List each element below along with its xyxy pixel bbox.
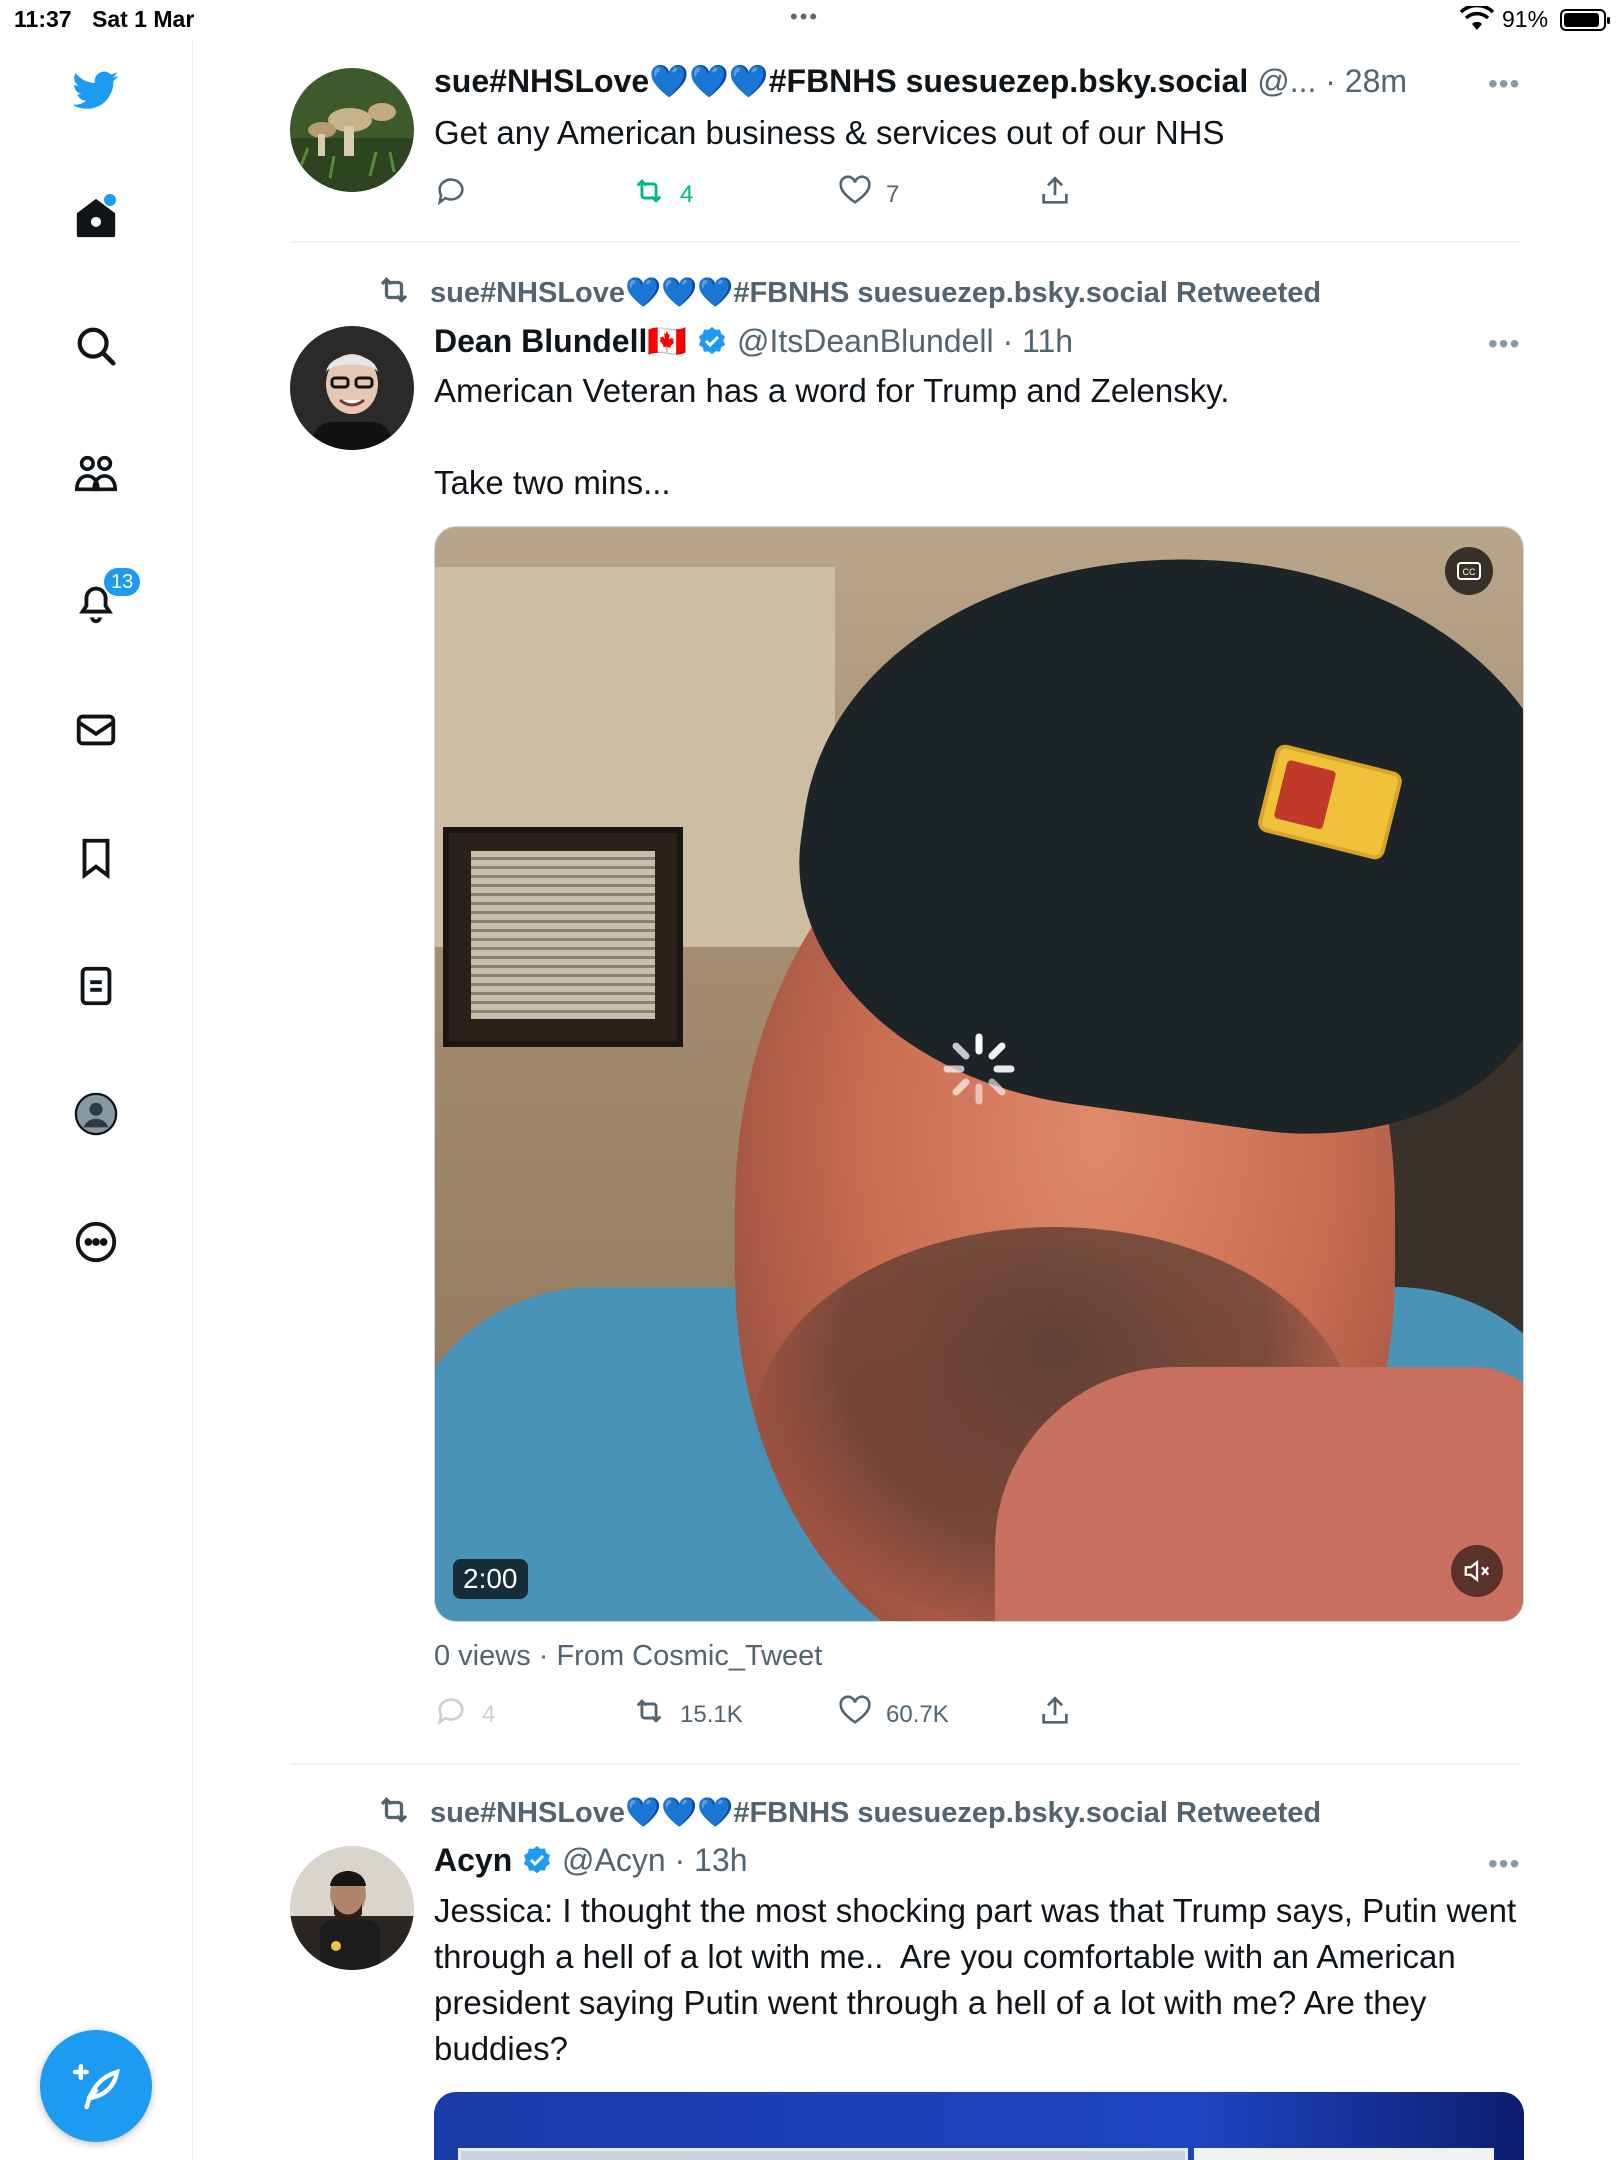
like-count: 60.7K — [886, 1700, 949, 1728]
tweet-header: sue#NHSLove💙💙💙#FBNHS suesuezep.bsky.soci… — [434, 62, 1407, 100]
verified-icon — [696, 323, 728, 359]
video-duration: 2:00 — [453, 1559, 528, 1599]
tweet-divider — [290, 1763, 1520, 1765]
multitasking-dots-icon[interactable]: ••• — [790, 4, 819, 30]
retweet-button[interactable]: 4 — [632, 174, 693, 215]
heart-icon — [838, 1694, 886, 1735]
reply-button[interactable]: 4 — [434, 1694, 495, 1735]
captions-icon: CC — [1457, 562, 1481, 580]
tweet-more-icon[interactable]: ••• — [1488, 328, 1520, 360]
like-count: 7 — [886, 180, 900, 208]
mute-button[interactable] — [1451, 1545, 1503, 1597]
tweet-header: Acyn @Acyn · 13h — [434, 1842, 747, 1879]
svg-text:CC: CC — [1463, 567, 1476, 577]
retweeted-by-text[interactable]: sue#NHSLove💙💙💙#FBNHS suesuezep.bsky.soci… — [430, 1797, 1321, 1829]
avatar[interactable] — [290, 68, 414, 192]
share-icon — [1038, 1694, 1086, 1735]
share-button[interactable] — [1038, 174, 1086, 215]
retweet-icon — [376, 1797, 430, 1829]
timestamp: · 13h — [674, 1842, 748, 1878]
avatar[interactable] — [290, 1846, 414, 1970]
more-icon[interactable] — [68, 1214, 124, 1270]
status-date: Sat 1 Mar — [92, 6, 195, 32]
tweet-text: Jessica: I thought the most shocking par… — [434, 1892, 1526, 2067]
verified-icon — [521, 1842, 553, 1878]
tweet-actions: 4 15.1K 60.7K — [434, 1694, 1134, 1734]
like-button[interactable]: 7 — [838, 174, 899, 215]
battery-percent: 91% — [1502, 6, 1549, 32]
handle: @Acyn — [562, 1842, 666, 1878]
reply-button[interactable] — [434, 174, 482, 215]
retweet-icon — [632, 1694, 680, 1735]
tweet-header: Dean Blundell🇨🇦 @ItsDeanBlundell · 11h — [434, 322, 1073, 360]
status-bar: 11:37 Sat 1 Mar ••• 91% — [0, 0, 1620, 40]
communities-icon[interactable] — [68, 446, 124, 502]
timestamp: · 11h — [1002, 323, 1074, 359]
loading-spinner-icon — [941, 1031, 1017, 1107]
reply-count: 4 — [482, 1700, 496, 1728]
tweet-divider — [290, 241, 1520, 243]
tweet-more-icon[interactable]: ••• — [1488, 1848, 1520, 1880]
tweet-actions: 4 7 — [434, 174, 1134, 214]
messages-icon[interactable] — [68, 702, 124, 758]
home-unread-dot — [104, 194, 116, 206]
share-button[interactable] — [1038, 1694, 1086, 1735]
handle: @ItsDeanBlundell — [736, 323, 994, 359]
status-time: 11:37 — [14, 6, 72, 32]
tweet-text: Get any American business & services out… — [434, 114, 1225, 151]
retweet-icon — [632, 174, 680, 215]
timestamp: · 28m — [1325, 63, 1408, 99]
like-button[interactable]: 60.7K — [838, 1694, 949, 1735]
retweet-icon — [376, 277, 430, 309]
battery-icon — [1560, 9, 1610, 31]
share-icon — [1038, 174, 1086, 215]
profile-icon[interactable] — [68, 1086, 124, 1142]
tweet-more-icon[interactable]: ••• — [1488, 68, 1520, 100]
retweet-count: 4 — [680, 180, 694, 208]
reply-icon — [434, 174, 482, 215]
video-player[interactable]: CC 2:00 — [434, 526, 1524, 1622]
view-count: 0 views · From Cosmic_Tweet — [434, 1640, 823, 1672]
sidebar: 13 — [0, 40, 193, 2160]
avatar[interactable] — [290, 326, 414, 450]
display-name[interactable]: Acyn — [434, 1842, 512, 1878]
muted-speaker-icon — [1464, 1559, 1490, 1583]
home-icon[interactable] — [68, 190, 124, 246]
tweet-text: American Veteran has a word for Trump an… — [434, 372, 1230, 501]
heart-icon — [838, 174, 886, 215]
retweeted-by: sue#NHSLove💙💙💙#FBNHS suesuezep.bsky.soci… — [376, 1792, 1321, 1830]
flag-emoji: 🇨🇦 — [647, 323, 688, 359]
retweet-count: 15.1K — [680, 1700, 743, 1728]
retweet-button[interactable]: 15.1K — [632, 1694, 743, 1735]
search-icon[interactable] — [68, 318, 124, 374]
display-name[interactable]: Dean Blundell — [434, 323, 647, 359]
twitter-logo-icon[interactable] — [68, 62, 124, 118]
tweet-media[interactable] — [434, 2092, 1524, 2160]
display-name[interactable]: sue#NHSLove💙💙💙#FBNHS suesuezep.bsky.soci… — [434, 63, 1248, 99]
reply-icon — [434, 1694, 482, 1735]
captions-button[interactable]: CC — [1445, 547, 1493, 595]
compose-tweet-button[interactable] — [40, 2030, 152, 2142]
retweeted-by: sue#NHSLove💙💙💙#FBNHS suesuezep.bsky.soci… — [376, 272, 1321, 310]
retweeted-by-text[interactable]: sue#NHSLove💙💙💙#FBNHS suesuezep.bsky.soci… — [430, 277, 1321, 309]
notifications-icon[interactable]: 13 — [68, 566, 143, 630]
handle: @... — [1257, 63, 1317, 99]
notifications-badge: 13 — [102, 566, 143, 598]
bookmarks-icon[interactable] — [68, 830, 124, 886]
wifi-icon — [1459, 3, 1495, 38]
lists-icon[interactable] — [68, 958, 124, 1014]
